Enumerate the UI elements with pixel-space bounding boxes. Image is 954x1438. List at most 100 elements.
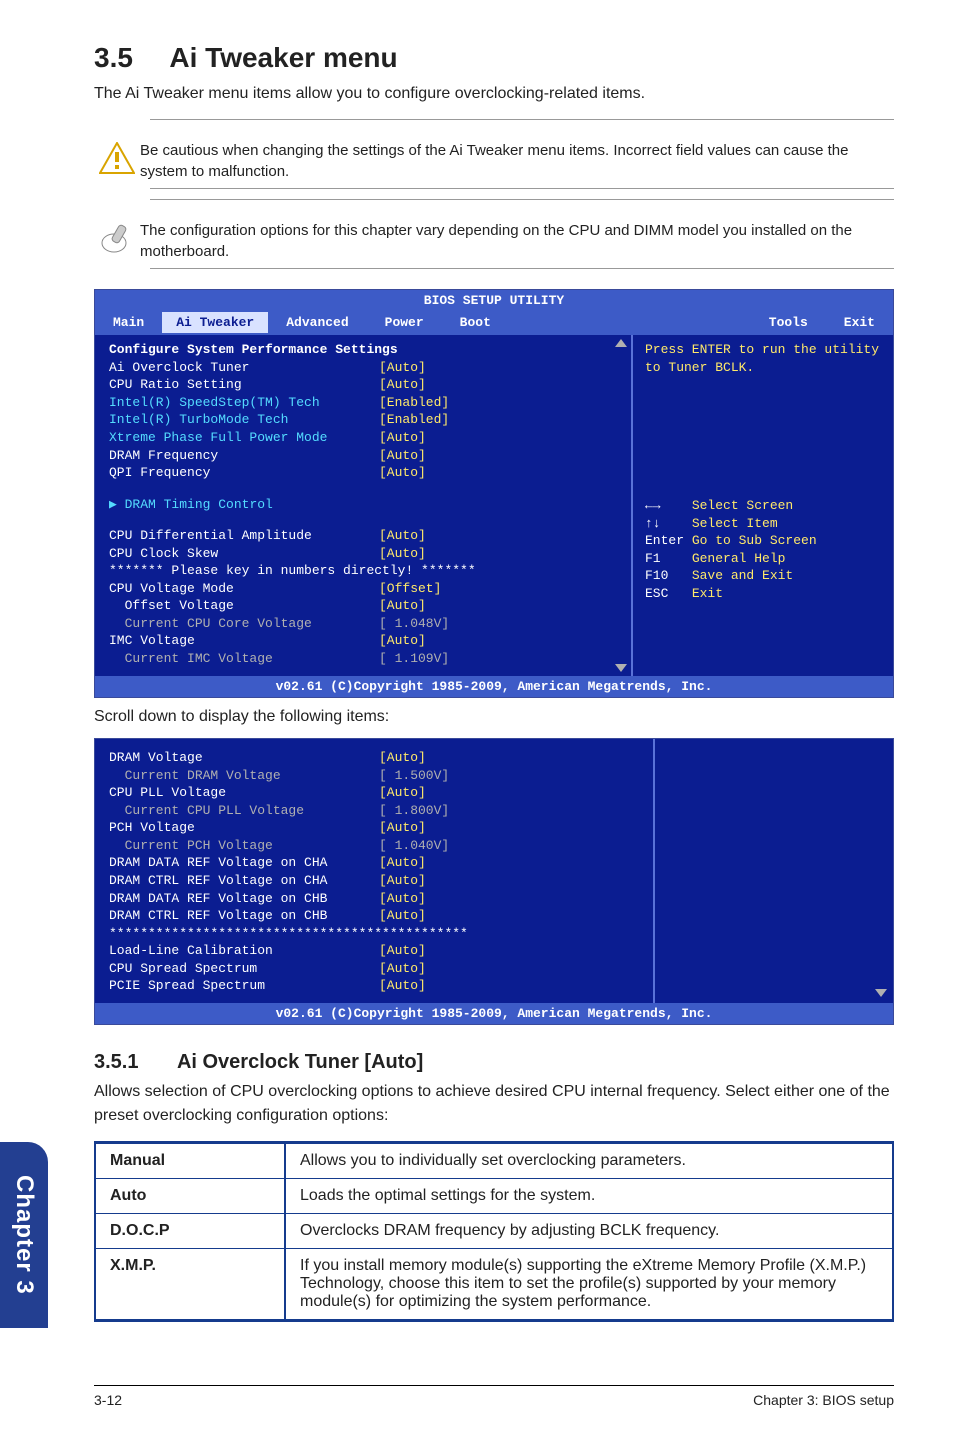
option-desc: Overclocks DRAM frequency by adjusting B… — [285, 1213, 893, 1248]
bios-tab: Tools — [751, 312, 826, 334]
bios-nav-line: F10 Save and Exit — [645, 567, 883, 585]
option-name: Manual — [95, 1142, 285, 1178]
bios-setting-label: DRAM CTRL REF Voltage on CHA — [109, 872, 379, 890]
bios-tab: Power — [367, 312, 442, 334]
bios-setting-label: DRAM DATA REF Voltage on CHA — [109, 854, 379, 872]
bios-setting-label: Current CPU Core Voltage — [109, 615, 379, 633]
bios-setting-label: Offset Voltage — [109, 597, 379, 615]
bios-setting-row: QPI Frequency[Auto] — [109, 464, 621, 482]
bios-setting-row: DRAM Frequency[Auto] — [109, 447, 621, 465]
bios-setting-label: DRAM Voltage — [109, 749, 379, 767]
footer-chapter: Chapter 3: BIOS setup — [753, 1392, 894, 1408]
divider — [150, 119, 894, 120]
bios-setting-row: CPU Voltage Mode[Offset] — [109, 580, 621, 598]
bios-nav-keys: ←→ Select Screen↑↓ Select ItemEnter Go t… — [645, 497, 883, 602]
bios-setting-label: ****************************************… — [109, 925, 379, 943]
bios-tab: Ai Tweaker — [162, 312, 268, 334]
scroll-up-icon — [615, 339, 627, 347]
table-row: X.M.P.If you install memory module(s) su… — [95, 1248, 893, 1320]
bios-setting-value: [Offset] — [379, 580, 441, 598]
subsection-number: 3.5.1 — [94, 1051, 138, 1074]
bios-setting-value: [Auto] — [379, 447, 426, 465]
option-desc: Loads the optimal settings for the syste… — [285, 1178, 893, 1213]
bios-setting-row: IMC Voltage[Auto] — [109, 632, 621, 650]
bios-setting-row: Current CPU Core Voltage[ 1.048V] — [109, 615, 621, 633]
divider — [150, 199, 894, 200]
bios-setting-value: [Auto] — [379, 907, 426, 925]
bios-screenshot-2: DRAM Voltage[Auto] Current DRAM Voltage[… — [94, 738, 894, 1025]
bios-nav-line: F1 General Help — [645, 550, 883, 568]
bios-setting-row: CPU Differential Amplitude[Auto] — [109, 527, 621, 545]
bios-right-panel: Press ENTER to run the utility to Tuner … — [633, 335, 893, 675]
option-name: X.M.P. — [95, 1248, 285, 1320]
bios-setting-row: Current IMC Voltage[ 1.109V] — [109, 650, 621, 668]
bios-setting-label: DRAM CTRL REF Voltage on CHB — [109, 907, 379, 925]
bios-setting-label: CPU PLL Voltage — [109, 784, 379, 802]
bios-setting-value: [Auto] — [379, 890, 426, 908]
bios-setting-value: [Auto] — [379, 872, 426, 890]
bios-setting-value: [Auto] — [379, 819, 426, 837]
bios-footer: v02.61 (C)Copyright 1985-2009, American … — [95, 676, 893, 698]
bios-setting-value: [Enabled] — [379, 411, 449, 429]
bios-right-panel — [653, 739, 893, 1003]
bios-nav-line: ↑↓ Select Item — [645, 515, 883, 533]
bios-nav-line: ←→ Select Screen — [645, 497, 883, 515]
intro-paragraph: The Ai Tweaker menu items allow you to c… — [94, 82, 894, 105]
bios-setting-value: [Auto] — [379, 977, 426, 995]
bios-setting-row: ******* Please key in numbers directly! … — [109, 562, 621, 580]
bios-setting-value: [Auto] — [379, 376, 426, 394]
bios-setting-row: CPU Clock Skew[Auto] — [109, 545, 621, 563]
table-row: AutoLoads the optimal settings for the s… — [95, 1178, 893, 1213]
table-row: D.O.C.POverclocks DRAM frequency by adju… — [95, 1213, 893, 1248]
bios-setting-label: Intel(R) TurboMode Tech — [109, 411, 379, 429]
subsection-heading: 3.5.1 Ai Overclock Tuner [Auto] — [94, 1051, 894, 1074]
bios-setting-label: Intel(R) SpeedStep(TM) Tech — [109, 394, 379, 412]
bios-setting-value: [Auto] — [379, 942, 426, 960]
bios-tab: Advanced — [268, 312, 366, 334]
bios-setting-value: [ 1.040V] — [379, 837, 449, 855]
bios-setting-value: [Auto] — [379, 464, 426, 482]
bios-setting-value: [Auto] — [379, 960, 426, 978]
subsection-title: Ai Overclock Tuner [Auto] — [177, 1051, 423, 1074]
bios-setting-label: CPU Differential Amplitude — [109, 527, 379, 545]
bios-setting-label: ▶ DRAM Timing Control — [109, 496, 379, 514]
warning-icon — [94, 138, 140, 178]
options-table: ManualAllows you to individually set ove… — [94, 1141, 894, 1322]
bios-setting-value: [Auto] — [379, 749, 426, 767]
bios-nav-line: ESC Exit — [645, 585, 883, 603]
bios-setting-label: PCH Voltage — [109, 819, 379, 837]
divider — [150, 188, 894, 189]
bios-setting-row: Offset Voltage[Auto] — [109, 597, 621, 615]
option-desc: Allows you to individually set overclock… — [285, 1142, 893, 1178]
bios-setting-label: Ai Overclock Tuner — [109, 359, 379, 377]
divider — [150, 268, 894, 269]
heading-title: Ai Tweaker menu — [169, 42, 397, 74]
bios-help-text: Press ENTER to run the utility to Tuner … — [645, 341, 883, 489]
bios-setting-value: [Auto] — [379, 545, 426, 563]
page-number: 3-12 — [94, 1392, 122, 1408]
bios-setting-value: [Auto] — [379, 632, 426, 650]
bios-left-panel: Configure System Performance Settings Ai… — [95, 335, 633, 675]
warning-callout: Be cautious when changing the settings o… — [94, 138, 894, 182]
bios-setting-row: Intel(R) SpeedStep(TM) Tech[Enabled] — [109, 394, 621, 412]
bios-title: BIOS SETUP UTILITY — [95, 290, 893, 312]
warning-text: Be cautious when changing the settings o… — [140, 138, 894, 182]
option-desc: If you install memory module(s) supporti… — [285, 1248, 893, 1320]
bios-setting-value: [ 1.048V] — [379, 615, 449, 633]
scroll-note: Scroll down to display the following ite… — [94, 708, 894, 726]
bios-setting-row: Intel(R) TurboMode Tech[Enabled] — [109, 411, 621, 429]
bios-setting-label: PCIE Spread Spectrum — [109, 977, 379, 995]
heading-number: 3.5 — [94, 42, 133, 74]
bios-screenshot-1: BIOS SETUP UTILITY MainAi TweakerAdvance… — [94, 289, 894, 698]
note-text: The configuration options for this chapt… — [140, 218, 894, 262]
bios-setting-value: [ 1.109V] — [379, 650, 449, 668]
bios-setting-label: IMC Voltage — [109, 632, 379, 650]
bios-setting-value: [ 1.500V] — [379, 767, 449, 785]
subsection-desc: Allows selection of CPU overclocking opt… — [94, 1080, 894, 1126]
bios-setting-label: Load-Line Calibration — [109, 942, 379, 960]
bios-setting-label: ******* Please key in numbers directly! … — [109, 562, 379, 580]
bios-setting-label: CPU Spread Spectrum — [109, 960, 379, 978]
scroll-down-icon — [875, 989, 887, 997]
bios-tab: Boot — [442, 312, 509, 334]
bios-setting-label: CPU Ratio Setting — [109, 376, 379, 394]
